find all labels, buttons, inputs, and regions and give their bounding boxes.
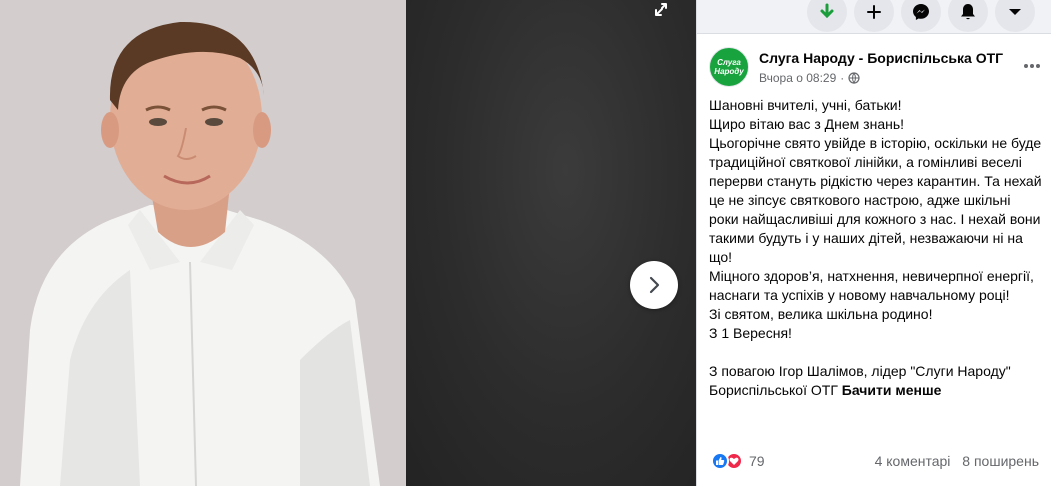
avatar-text-line1: Слуга (717, 58, 741, 67)
globe-icon (848, 72, 860, 84)
more-options-icon[interactable] (1020, 56, 1044, 76)
post-message: Шановні вчителі, учні, батьки! Щиро віта… (709, 96, 1042, 400)
engagement-counts: 4 коментарі 8 поширень (867, 453, 1039, 469)
page-avatar[interactable]: Слуга Народу (709, 47, 749, 87)
avatar-text-line2: Народу (714, 67, 744, 76)
photo-viewer (0, 0, 696, 486)
portrait-illustration (0, 0, 406, 486)
like-reaction-icon (711, 452, 729, 470)
see-less-link[interactable]: Бачити менше (842, 382, 942, 398)
comments-count-link[interactable]: 4 коментарі (875, 453, 951, 469)
next-photo-button[interactable] (630, 261, 678, 309)
post-time-text: Вчора о 08:29 (759, 71, 837, 85)
post-body-text: Шановні вчителі, учні, батьки! Щиро віта… (709, 97, 1042, 398)
reactions-summary[interactable]: 79 (711, 451, 765, 471)
plus-icon[interactable] (854, 0, 894, 32)
post-panel: Слуга Народу Слуга Народу - Бориспільськ… (696, 0, 1051, 486)
page-name-link[interactable]: Слуга Народу - Бориспільська ОТГ (759, 50, 1003, 66)
bell-icon[interactable] (948, 0, 988, 32)
reaction-count: 79 (749, 453, 765, 469)
shares-count-link[interactable]: 8 поширень (962, 453, 1039, 469)
post-timestamp[interactable]: Вчора о 08:29 · (759, 71, 860, 85)
post-photo (0, 0, 406, 486)
caret-down-icon[interactable] (995, 0, 1035, 32)
messenger-icon[interactable] (901, 0, 941, 32)
chevron-right-icon (649, 276, 660, 294)
download-arrow-icon[interactable] (807, 0, 847, 32)
top-bar (697, 0, 1051, 34)
post-header: Слуга Народу Слуга Народу - Бориспільськ… (709, 44, 1044, 92)
photo-dark-backdrop (406, 0, 696, 486)
expand-icon[interactable] (651, 0, 671, 20)
